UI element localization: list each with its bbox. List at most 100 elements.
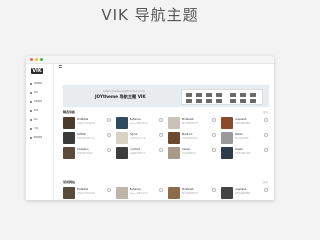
sidebar-item[interactable]: 常用推荐 [30, 81, 53, 86]
external-link-icon[interactable] [159, 188, 163, 192]
preview-thumb [240, 93, 246, 97]
external-link-icon[interactable] [211, 188, 216, 192]
site-card[interactable]: Pexels 免费素材图片视频 [220, 147, 270, 159]
menu-toggle-icon[interactable] [59, 65, 62, 68]
close-window-icon[interactable] [30, 58, 33, 61]
sidebar-item[interactable]: 社区资讯 [30, 99, 53, 104]
preview-thumb [216, 93, 222, 97]
external-link-icon[interactable] [106, 148, 111, 152]
external-link-icon[interactable] [159, 118, 163, 122]
site-name: Pinterest [182, 118, 194, 121]
site-card[interactable]: Unsplash 免费高清摄影图库 [220, 187, 270, 199]
site-card[interactable]: Pinterest 图片灵感收集分享 [168, 187, 217, 199]
preview-thumb [206, 93, 212, 97]
site-description: Adobe 创意作品平台 [129, 193, 149, 195]
site-card[interactable]: Dribbble 全球设计师作品社区 [63, 117, 112, 129]
external-link-icon[interactable] [106, 133, 111, 137]
section-title: 精选导航 [63, 110, 76, 114]
external-link-icon[interactable] [159, 148, 163, 152]
external-link-icon[interactable] [264, 118, 268, 122]
site-name: Dribbble [77, 118, 89, 121]
sidebar-item[interactable]: 影视 [30, 108, 53, 113]
site-name: Unsplash [234, 118, 247, 121]
sidebar-item[interactable]: 素材资源 [30, 135, 53, 140]
site-name: Iconfont [129, 148, 141, 151]
site-description: 矢量图标管理平台 [129, 153, 146, 155]
external-link-icon[interactable] [106, 188, 111, 192]
external-link-icon[interactable] [106, 118, 111, 122]
site-card[interactable]: Behance Adobe 创意作品平台 [115, 187, 165, 199]
site-name: Behance [129, 188, 141, 191]
site-name: Codepen [77, 148, 89, 151]
preview-thumb [240, 99, 246, 103]
window-titlebar [26, 56, 274, 64]
film-icon [30, 109, 32, 112]
site-thumbnail [63, 187, 75, 199]
external-link-icon[interactable] [264, 133, 268, 137]
site-card[interactable]: Unsplash 免费高清摄影图库 [220, 117, 270, 129]
site-description: 在线协作设计工具 [129, 138, 146, 140]
site-description: 笔记与知识管理 [234, 138, 249, 140]
maximize-window-icon[interactable] [40, 58, 43, 61]
site-card[interactable]: Vimeo 高品质视频分享 [168, 147, 217, 159]
site-card[interactable]: Codepen 前端代码在线演示 [63, 147, 112, 159]
hero-headline: JOYtheme 导航主题 VIK [95, 94, 146, 99]
preview-thumb [196, 99, 202, 103]
tool-icon [30, 127, 32, 130]
sidebar-item-label: 工具 [34, 128, 39, 130]
preview-thumb [206, 99, 212, 103]
asset-icon [30, 136, 32, 139]
sidebar-item[interactable]: 工具 [30, 126, 53, 131]
sidebar-item[interactable]: 设计 [30, 117, 53, 122]
site-thumbnail [168, 187, 180, 199]
site-card[interactable]: GitHub 代码托管与协作平台 [63, 132, 112, 144]
external-link-icon[interactable] [211, 148, 216, 152]
site-description: 免费高清摄影图库 [234, 193, 251, 195]
site-description: 免费高清摄影图库 [234, 123, 251, 125]
site-name: GitHub [77, 133, 86, 136]
site-description: 图片灵感收集分享 [182, 123, 199, 125]
preview-thumb [216, 99, 222, 103]
site-card[interactable]: Pinterest 图片灵感收集分享 [168, 117, 217, 129]
sidebar-item-label: 设计 [34, 119, 39, 121]
site-card[interactable]: Notion 笔记与知识管理 [220, 132, 270, 144]
site-card[interactable]: Dribbble 全球设计师作品社区 [63, 187, 112, 199]
site-card[interactable]: Medium 优质内容阅读写作 [168, 132, 217, 144]
sidebar-item-label: 社区资讯 [34, 101, 43, 103]
site-description: 高品质视频分享 [182, 153, 197, 155]
sidebar-item-label: 素材资源 [34, 137, 43, 139]
external-link-icon[interactable] [264, 148, 268, 152]
site-description: 全球设计师作品社区 [77, 193, 96, 195]
minimize-window-icon[interactable] [35, 58, 38, 61]
site-thumbnail [168, 117, 180, 129]
site-logo[interactable]: VIK [31, 68, 43, 74]
site-description: 图片灵感收集分享 [182, 193, 199, 195]
hero-preview-image [181, 89, 263, 105]
site-card[interactable]: Iconfont 矢量图标管理平台 [115, 147, 165, 159]
site-description: 免费素材图片视频 [234, 153, 251, 155]
section-more-link[interactable]: 更多 [263, 180, 268, 184]
sidebar-item-label: 音乐 [34, 92, 39, 94]
external-link-icon[interactable] [159, 133, 163, 137]
section-more-link[interactable]: 更多 [263, 110, 268, 114]
site-name: Vimeo [182, 148, 191, 151]
page-title: VIK 导航主题 [101, 6, 199, 24]
site-card[interactable]: Figma 在线协作设计工具 [115, 132, 165, 144]
site-card-grid: Dribbble 全球设计师作品社区 Behance Adobe 创意作品平台 Pint… [63, 187, 269, 199]
site-thumbnail [220, 117, 233, 129]
site-thumbnail [220, 187, 233, 199]
site-description: 优质内容阅读写作 [182, 138, 199, 140]
site-card[interactable]: Behance Adobe 创意作品平台 [115, 117, 165, 129]
site-thumbnail [63, 147, 75, 159]
external-link-icon[interactable] [211, 118, 216, 122]
star-icon [30, 82, 32, 85]
design-icon [30, 118, 32, 121]
external-link-icon[interactable] [211, 133, 216, 137]
hero-banner[interactable]: https://www.joythemes.com JOYtheme 导航主题 … [63, 85, 269, 107]
site-name: Behance [129, 118, 141, 121]
sidebar-item[interactable]: 音乐 [30, 90, 53, 95]
external-link-icon[interactable] [264, 188, 268, 192]
music-icon [30, 91, 32, 94]
preview-thumb [250, 99, 256, 103]
preview-thumb [250, 93, 256, 97]
